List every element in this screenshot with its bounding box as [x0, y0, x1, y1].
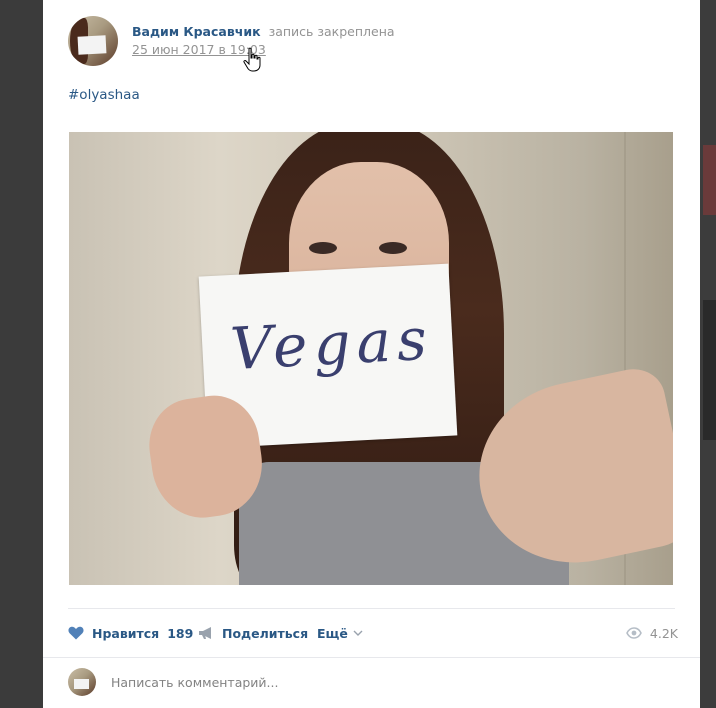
like-button[interactable]: Нравится 189: [68, 620, 193, 646]
views-counter: 4.2K: [626, 620, 678, 646]
post-photo[interactable]: Vegas: [69, 132, 673, 585]
like-count: 189: [167, 625, 194, 641]
wall-post: Вадим Красавчик запись закреплена 25 июн…: [43, 0, 700, 708]
like-label: Нравится: [92, 625, 160, 641]
post-actions: Нравится 189 Поделиться Ещё 4.2K: [68, 620, 678, 646]
page-backdrop-left: [0, 0, 43, 708]
more-button[interactable]: Ещё: [317, 620, 363, 646]
author-name-link[interactable]: Вадим Красавчик: [132, 24, 261, 39]
actions-divider: [68, 608, 675, 609]
hashtag-link[interactable]: #olyashaa: [68, 87, 140, 103]
commenter-avatar: [68, 668, 96, 696]
chevron-down-icon: [353, 630, 363, 636]
share-button[interactable]: Поделиться: [198, 620, 308, 646]
eye-icon: [626, 627, 642, 639]
comment-input[interactable]: [111, 672, 671, 692]
more-label: Ещё: [317, 625, 348, 641]
pinned-label: запись закреплена: [268, 24, 395, 39]
post-header: Вадим Красавчик запись закреплена: [132, 24, 395, 39]
page-backdrop-right: [700, 0, 716, 708]
comment-divider: [43, 657, 700, 658]
hand-cursor-icon: [243, 47, 261, 72]
views-count: 4.2K: [649, 625, 678, 641]
heart-icon: [68, 626, 84, 640]
share-label: Поделиться: [222, 625, 309, 641]
paper-sign-text: Vegas: [228, 304, 435, 384]
megaphone-icon: [199, 627, 211, 639]
author-avatar[interactable]: [68, 16, 118, 66]
